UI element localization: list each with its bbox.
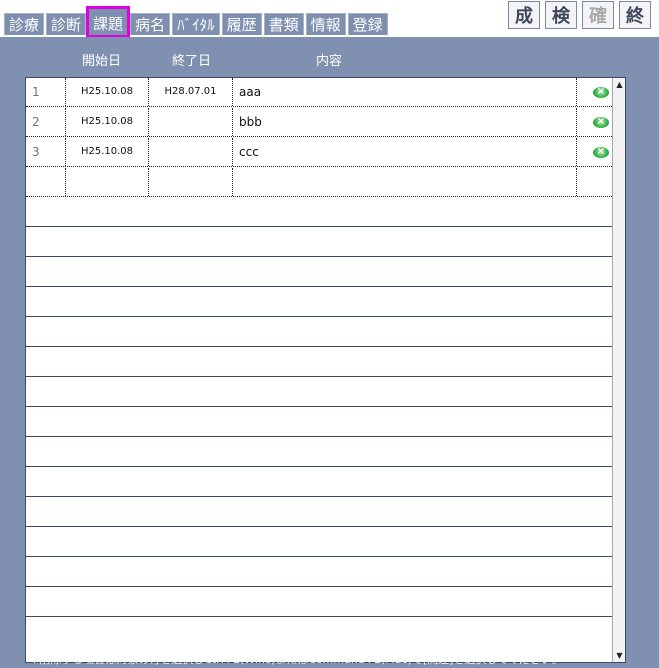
row-number: 3 (32, 145, 40, 159)
table-row[interactable]: 2 H25.10.08 bbb (26, 108, 612, 137)
start-date-cell[interactable] (65, 168, 148, 196)
start-date-cell[interactable]: H25.10.08 (65, 108, 148, 136)
issues-table: 1 H25.10.08 H28.07.01 aaa 2 H25.10.08 bb… (25, 77, 626, 663)
search-button[interactable]: 検 (545, 1, 577, 29)
end-date-cell[interactable]: H28.07.01 (148, 78, 232, 106)
table-row-blank[interactable] (26, 498, 612, 527)
content-cell[interactable]: bbb (232, 108, 576, 136)
tab-shorui[interactable]: 書類 (263, 13, 304, 35)
tab-byomei[interactable]: 病名 (130, 13, 171, 35)
table-row[interactable]: 3 H25.10.08 ccc (26, 138, 612, 167)
tab-rireki[interactable]: 履歴 (221, 13, 262, 35)
column-header-end: 終了日 (172, 54, 212, 69)
content-cell[interactable]: ccc (232, 138, 576, 166)
confirm-button[interactable]: 確 (582, 1, 614, 29)
top-bar: 診療 診断 課題 病名 ﾊﾞｲﾀﾙ 履歴 書類 情報 登録 成 検 確 終 (0, 0, 659, 38)
remove-row-icon[interactable] (593, 142, 609, 162)
create-button[interactable]: 成 (508, 1, 540, 29)
tab-toroku[interactable]: 登録 (347, 13, 388, 35)
tab-shindan[interactable]: 診断 (46, 13, 87, 35)
table-row-empty[interactable] (26, 168, 612, 197)
remove-row-icon[interactable] (593, 112, 609, 132)
table-row-blank[interactable] (26, 348, 612, 377)
table-row-blank[interactable] (26, 288, 612, 317)
table-row-blank[interactable] (26, 318, 612, 347)
start-date-cell[interactable]: H25.10.08 (65, 78, 148, 106)
scroll-up-arrow-icon[interactable]: ▲ (614, 79, 625, 90)
content-cell[interactable]: aaa (232, 78, 576, 106)
action-cell (576, 168, 612, 196)
table-row-blank[interactable] (26, 408, 612, 437)
end-date-cell[interactable] (148, 108, 232, 136)
tab-kadai[interactable]: 課題 (86, 6, 131, 38)
table-row[interactable]: 1 H25.10.08 H28.07.01 aaa (26, 78, 612, 107)
tab-bar: 診療 診断 課題 病名 ﾊﾞｲﾀﾙ 履歴 書類 情報 登録 (4, 6, 388, 38)
table-row-blank[interactable] (26, 438, 612, 467)
column-header-content: 内容 (316, 54, 343, 69)
table-row-blank[interactable] (26, 468, 612, 497)
table-row-blank[interactable] (26, 258, 612, 287)
exit-button[interactable]: 終 (619, 1, 651, 29)
action-cell (576, 138, 612, 166)
start-date-cell[interactable]: H25.10.08 (65, 138, 148, 166)
action-buttons: 成 検 確 終 (508, 1, 651, 29)
action-cell (576, 78, 612, 106)
table-row-blank[interactable] (26, 588, 612, 617)
issues-panel: 開始日 終了日 内容 1 H25.10.08 H28.07.01 aaa 2 H… (0, 37, 659, 668)
table-row-blank[interactable] (26, 528, 612, 557)
tab-shinryo[interactable]: 診療 (4, 13, 45, 35)
row-number: 2 (32, 115, 40, 129)
footer-hint: ※削除する場合は対象の行を選択しCtrl+E(Winc)またはCommand+E… (30, 653, 563, 666)
remove-row-icon[interactable] (593, 82, 609, 102)
action-cell (576, 108, 612, 136)
row-number: 1 (32, 85, 40, 99)
table-row-blank[interactable] (26, 228, 612, 257)
scroll-down-arrow-icon[interactable]: ▼ (614, 650, 625, 661)
content-cell[interactable] (232, 168, 576, 196)
table-row-blank[interactable] (26, 378, 612, 407)
scrollbar[interactable]: ▲ ▼ (612, 78, 625, 662)
tab-vital[interactable]: ﾊﾞｲﾀﾙ (172, 13, 220, 35)
table-row-blank[interactable] (26, 198, 612, 227)
tab-joho[interactable]: 情報 (305, 13, 346, 35)
end-date-cell[interactable] (148, 168, 232, 196)
table-row-blank[interactable] (26, 558, 612, 587)
column-header-start: 開始日 (82, 54, 122, 69)
end-date-cell[interactable] (148, 138, 232, 166)
